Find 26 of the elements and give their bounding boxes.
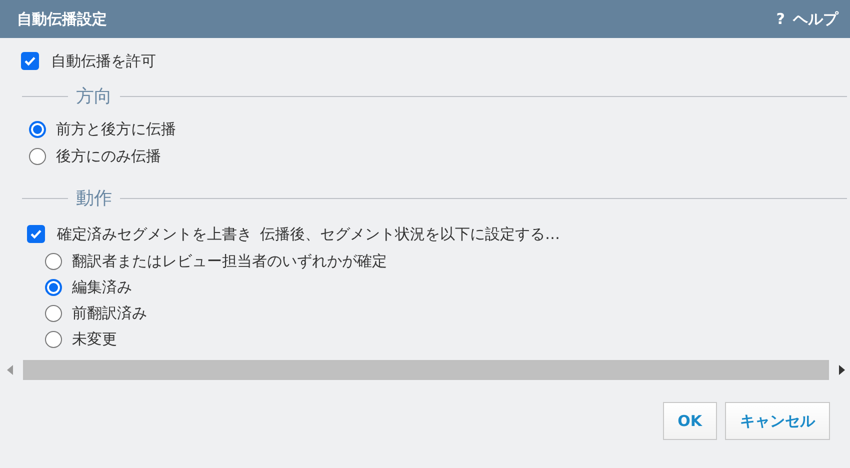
window-title: 自動伝播設定 xyxy=(17,10,107,28)
radio-button[interactable] xyxy=(45,304,62,322)
section-heading: 動作 xyxy=(76,187,112,210)
checkbox-label: 自動伝播を許可 xyxy=(51,52,156,70)
radio-label: 後方にのみ伝播 xyxy=(56,147,161,166)
radio-label: 編集済み xyxy=(72,278,132,296)
cancel-button[interactable]: キャンセル xyxy=(725,402,830,440)
help-button[interactable]: ? ヘルプ xyxy=(776,10,838,28)
radio-label: 前方と後方に伝播 xyxy=(56,120,176,139)
scrollbar-thumb[interactable] xyxy=(23,360,829,380)
radio-button[interactable] xyxy=(29,148,46,165)
instruction-text: 伝播後、セグメント状況を以下に設定する… xyxy=(260,224,560,244)
scroll-right-icon[interactable] xyxy=(839,365,845,375)
checkbox[interactable] xyxy=(21,52,39,70)
scroll-left-icon[interactable] xyxy=(7,365,13,375)
radio-label: 前翻訳済み xyxy=(72,304,147,322)
ok-button[interactable]: OK xyxy=(662,402,717,440)
radio-button[interactable] xyxy=(45,278,62,296)
checkbox[interactable] xyxy=(27,225,45,243)
radio-button[interactable] xyxy=(45,252,62,270)
radio-label: 翻訳者またはレビュー担当者のいずれかが確定 xyxy=(72,252,387,270)
radio-label: 未変更 xyxy=(72,330,117,348)
checkbox-label: 確定済みセグメントを上書き xyxy=(57,224,252,244)
section-heading: 方向 xyxy=(76,85,112,108)
radio-button[interactable] xyxy=(29,121,46,138)
radio-button[interactable] xyxy=(45,330,62,348)
